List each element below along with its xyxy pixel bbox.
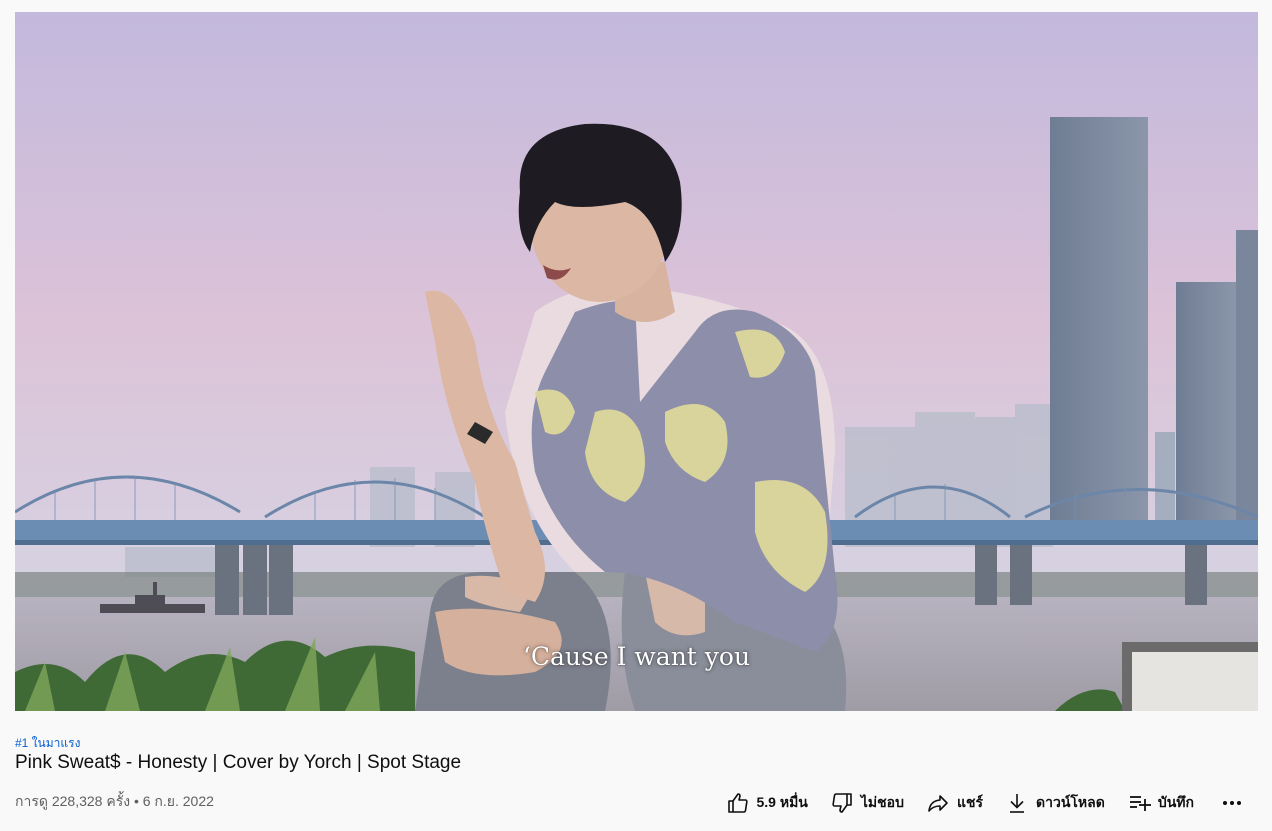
dislike-label: ไม่ชอบ xyxy=(860,794,904,810)
trending-badge[interactable]: #1 ในมาแรง xyxy=(15,734,80,753)
download-icon xyxy=(1005,791,1029,815)
download-button[interactable]: ดาวน์โหลด xyxy=(997,785,1113,821)
video-meta: การดู 228,328 ครั้ง • 6 ก.ย. 2022 xyxy=(15,793,214,809)
more-actions-button[interactable] xyxy=(1214,785,1250,821)
action-bar: 5.9 หมื่น ไม่ชอบ แชร์ ดาวน์โหลด บันทึก xyxy=(712,785,1251,821)
share-label: แชร์ xyxy=(956,794,984,810)
video-frame xyxy=(15,12,1258,711)
share-button[interactable]: แชร์ xyxy=(918,785,991,821)
like-button[interactable]: 5.9 หมื่น xyxy=(718,785,816,821)
video-player[interactable]: ‘Cause I want you xyxy=(15,12,1258,711)
video-title: Pink Sweat$ - Honesty | Cover by Yorch |… xyxy=(15,752,462,773)
save-label: บันทึก xyxy=(1157,794,1194,810)
like-count: 5.9 หมื่น xyxy=(756,794,808,810)
more-horizontal-icon xyxy=(1220,791,1244,815)
thumbs-down-icon xyxy=(830,791,854,815)
download-label: ดาวน์โหลด xyxy=(1036,794,1105,810)
dislike-button[interactable]: ไม่ชอบ xyxy=(822,785,912,821)
save-button[interactable]: บันทึก xyxy=(1119,785,1202,821)
share-arrow-icon xyxy=(926,791,950,815)
playlist-add-icon xyxy=(1127,791,1151,815)
thumbs-up-icon xyxy=(726,791,750,815)
